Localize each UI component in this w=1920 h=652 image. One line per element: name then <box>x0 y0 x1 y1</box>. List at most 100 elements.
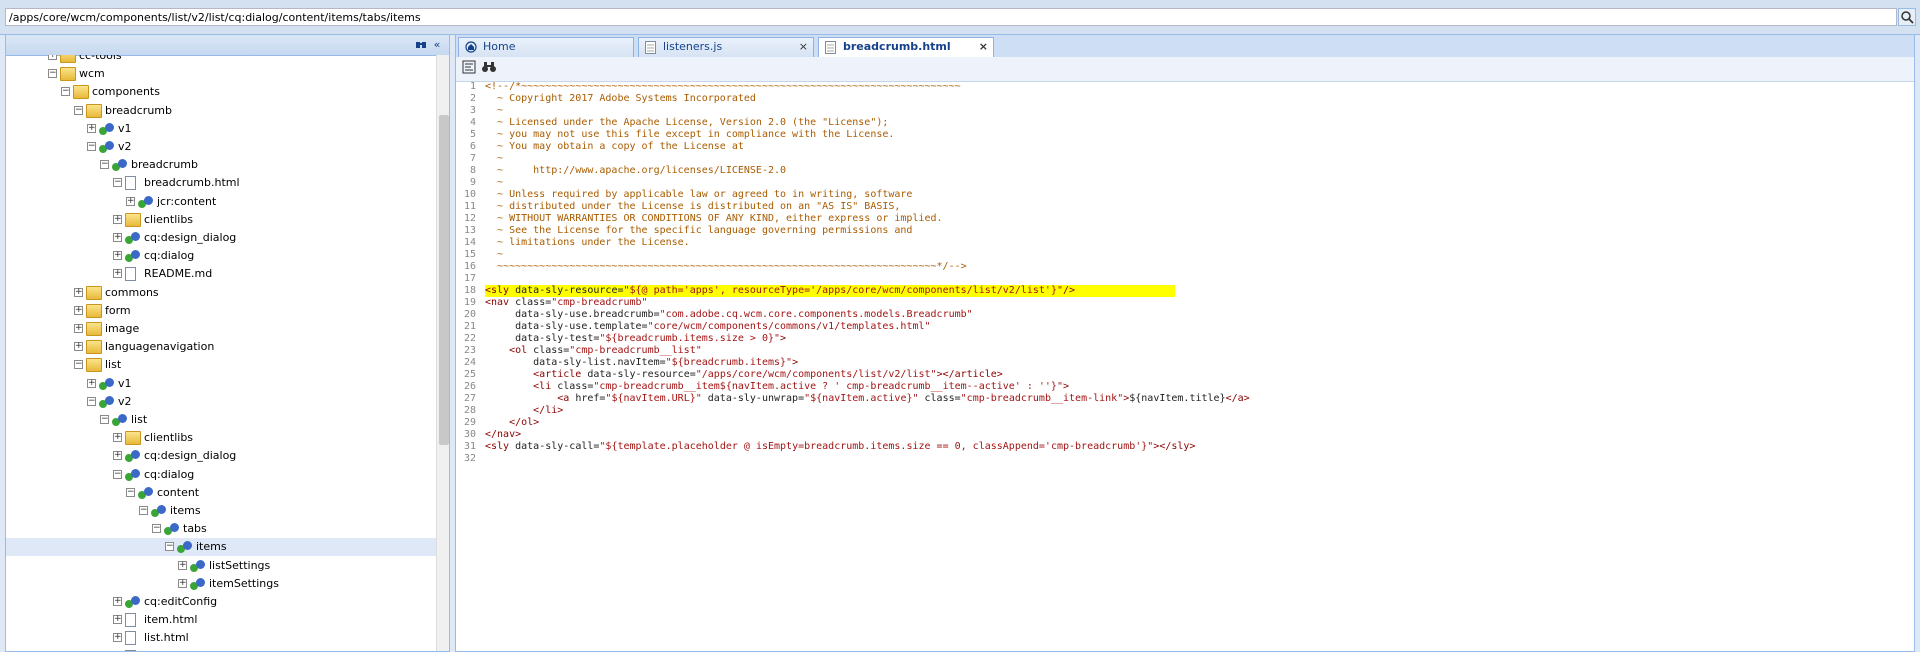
collapse-icon[interactable]: − <box>74 360 83 370</box>
tree-node[interactable]: + listSettings <box>6 557 436 575</box>
collapse-icon[interactable]: − <box>100 415 109 424</box>
collapse-icon[interactable]: − <box>87 396 96 406</box>
expand-icon[interactable]: + <box>113 233 122 242</box>
code-line[interactable]: data-sly-test="${breadcrumb.items.size >… <box>485 333 786 345</box>
collapse-icon[interactable]: − <box>113 178 122 188</box>
expand-icon[interactable]: + <box>126 196 135 206</box>
code-line[interactable]: ~ See the License for the specific langu… <box>485 225 912 237</box>
tree-node[interactable]: − breadcrumb.html <box>6 174 436 192</box>
tree-node[interactable]: − items <box>6 502 436 520</box>
code-editor[interactable]: 1 2 3 4 5 6 7 8 9 10 11 12 13 14 15 16 17 18 19 20 21 22 23 24 2… <box>456 81 1914 651</box>
code-line[interactable]: data-sly-list.navItem="${breadcrumb.item… <box>485 357 798 369</box>
code-line[interactable]: <ol class="cmp-breadcrumb__list" <box>485 345 702 357</box>
tree-node[interactable]: − breadcrumb <box>6 102 436 120</box>
code-line[interactable]: ~~~~~~~~~~~~~~~~~~~~~~~~~~~~~~~~~~~~~~~~… <box>485 261 967 273</box>
tree-node[interactable]: + clientlibs <box>6 211 436 229</box>
collapse-icon[interactable]: − <box>87 142 96 151</box>
tree-node[interactable]: − components <box>6 83 436 101</box>
tree-node[interactable]: + clientlibs <box>6 429 436 447</box>
expand-icon[interactable]: + <box>48 55 57 60</box>
tree-node[interactable]: − v2 <box>6 393 436 411</box>
collapse-icon[interactable]: − <box>74 105 83 115</box>
code-line[interactable]: data-sly-use.breadcrumb="com.adobe.cq.wc… <box>485 309 973 321</box>
expand-icon[interactable]: + <box>113 615 122 625</box>
code-line[interactable]: ~ <box>485 105 503 117</box>
code-line[interactable]: ~ You may obtain a copy of the License a… <box>485 141 744 153</box>
tree-node[interactable]: + jcr:content <box>6 193 436 211</box>
tree-node[interactable]: − list <box>6 411 436 429</box>
tree-scrollbar[interactable] <box>436 55 449 651</box>
tab-listeners-js[interactable]: listeners.js × <box>638 37 814 57</box>
tree-node[interactable]: + cc-tools <box>6 55 436 65</box>
tree-node[interactable]: + v1 <box>6 375 436 393</box>
tree-node[interactable]: − list <box>6 356 436 374</box>
tab-breadcrumb-html[interactable]: breadcrumb.html × <box>818 37 994 58</box>
code-line[interactable]: ~ Copyright 2017 Adobe Systems Incorpora… <box>485 93 756 105</box>
code-line[interactable]: <li class="cmp-breadcrumb__item${navItem… <box>485 381 1069 393</box>
tree-node[interactable]: + cq:editConfig <box>6 593 436 611</box>
code-line[interactable]: ~ http://www.apache.org/licenses/LICENSE… <box>485 165 786 177</box>
code-line[interactable]: ~ distributed under the License is distr… <box>485 201 900 213</box>
code-line[interactable]: ~ <box>485 177 503 189</box>
code-line[interactable]: <sly data-sly-resource="${@ path='apps',… <box>485 285 1175 297</box>
collapse-icon[interactable]: − <box>48 69 57 79</box>
search-icon[interactable] <box>1898 8 1916 26</box>
expand-icon[interactable]: + <box>113 633 122 643</box>
expand-icon[interactable]: + <box>74 287 83 297</box>
tree-node[interactable]: + v1 <box>6 120 436 138</box>
collapse-icon[interactable]: − <box>61 87 70 97</box>
tree-node[interactable]: + languagenavigation <box>6 338 436 356</box>
expand-icon[interactable]: + <box>87 123 96 133</box>
collapse-icon[interactable]: − <box>139 506 148 515</box>
format-icon[interactable] <box>460 60 478 78</box>
expand-icon[interactable]: + <box>113 269 122 279</box>
tree-scrollbar-thumb[interactable] <box>439 115 449 445</box>
code-line[interactable]: ~ you may not use this file except in co… <box>485 129 894 141</box>
collapse-icon[interactable]: − <box>126 487 135 497</box>
close-icon[interactable]: × <box>979 38 988 56</box>
code-line[interactable]: data-sly-use.template="core/wcm/componen… <box>485 321 930 333</box>
expand-icon[interactable]: + <box>113 451 122 461</box>
expand-icon[interactable]: + <box>113 433 122 443</box>
tree-node[interactable]: − cq:dialog <box>6 466 436 484</box>
expand-icon[interactable]: + <box>178 560 187 570</box>
tree-node[interactable]: − content <box>6 484 436 502</box>
tree-node[interactable]: + commons <box>6 284 436 302</box>
tree-node[interactable]: + cq:dialog <box>6 247 436 265</box>
code-line[interactable]: ~ Unless required by applicable law or a… <box>485 189 912 201</box>
code-line[interactable]: <article data-sly-resource="/apps/core/w… <box>485 369 1003 381</box>
expand-icon[interactable]: + <box>113 214 122 224</box>
tree-node[interactable]: +README.md <box>6 648 436 651</box>
tree-node[interactable]: + itemSettings <box>6 575 436 593</box>
path-input[interactable]: /apps/core/wcm/components/list/v2/list/c… <box>5 8 1897 26</box>
tree-node[interactable]: + list.html <box>6 629 436 647</box>
expand-icon[interactable]: + <box>74 305 83 315</box>
tree-node[interactable]: − tabs <box>6 520 436 538</box>
code-line[interactable]: <sly data-sly-call="${template.placehold… <box>485 441 1195 453</box>
expand-icon[interactable]: + <box>113 597 122 606</box>
expand-icon[interactable]: + <box>87 378 96 388</box>
tree-node[interactable]: + cq:design_dialog <box>6 229 436 247</box>
code-line[interactable]: ~ WITHOUT WARRANTIES OR CONDITIONS OF AN… <box>485 213 943 225</box>
tree-node[interactable]: + cq:design_dialog <box>6 447 436 465</box>
collapse-icon[interactable]: − <box>165 542 174 552</box>
collapse-icon[interactable]: − <box>152 524 161 534</box>
code-line[interactable]: ~ <box>485 153 503 165</box>
code-line[interactable]: ~ Licensed under the Apache License, Ver… <box>485 117 888 129</box>
collapse-icon[interactable]: − <box>113 469 122 479</box>
close-icon[interactable]: × <box>799 38 808 56</box>
refresh-icon[interactable] <box>414 38 428 52</box>
code-line[interactable]: <nav class="cmp-breadcrumb" <box>485 297 648 309</box>
expand-icon[interactable]: + <box>178 578 187 588</box>
tree-node[interactable]: + image <box>6 320 436 338</box>
tree-node[interactable]: − breadcrumb <box>6 156 436 174</box>
collapse-icon[interactable]: − <box>100 160 109 170</box>
tab-home[interactable]: Home <box>458 37 634 57</box>
expand-icon[interactable]: + <box>74 324 83 333</box>
collapse-panel-icon[interactable]: « <box>430 38 444 52</box>
tree-node[interactable]: − v2 <box>6 138 436 156</box>
tree-node[interactable]: + form <box>6 302 436 320</box>
code-line[interactable]: </ol> <box>485 417 539 429</box>
tree-node[interactable]: + item.html <box>6 611 436 629</box>
code-line[interactable]: </li> <box>485 405 563 417</box>
